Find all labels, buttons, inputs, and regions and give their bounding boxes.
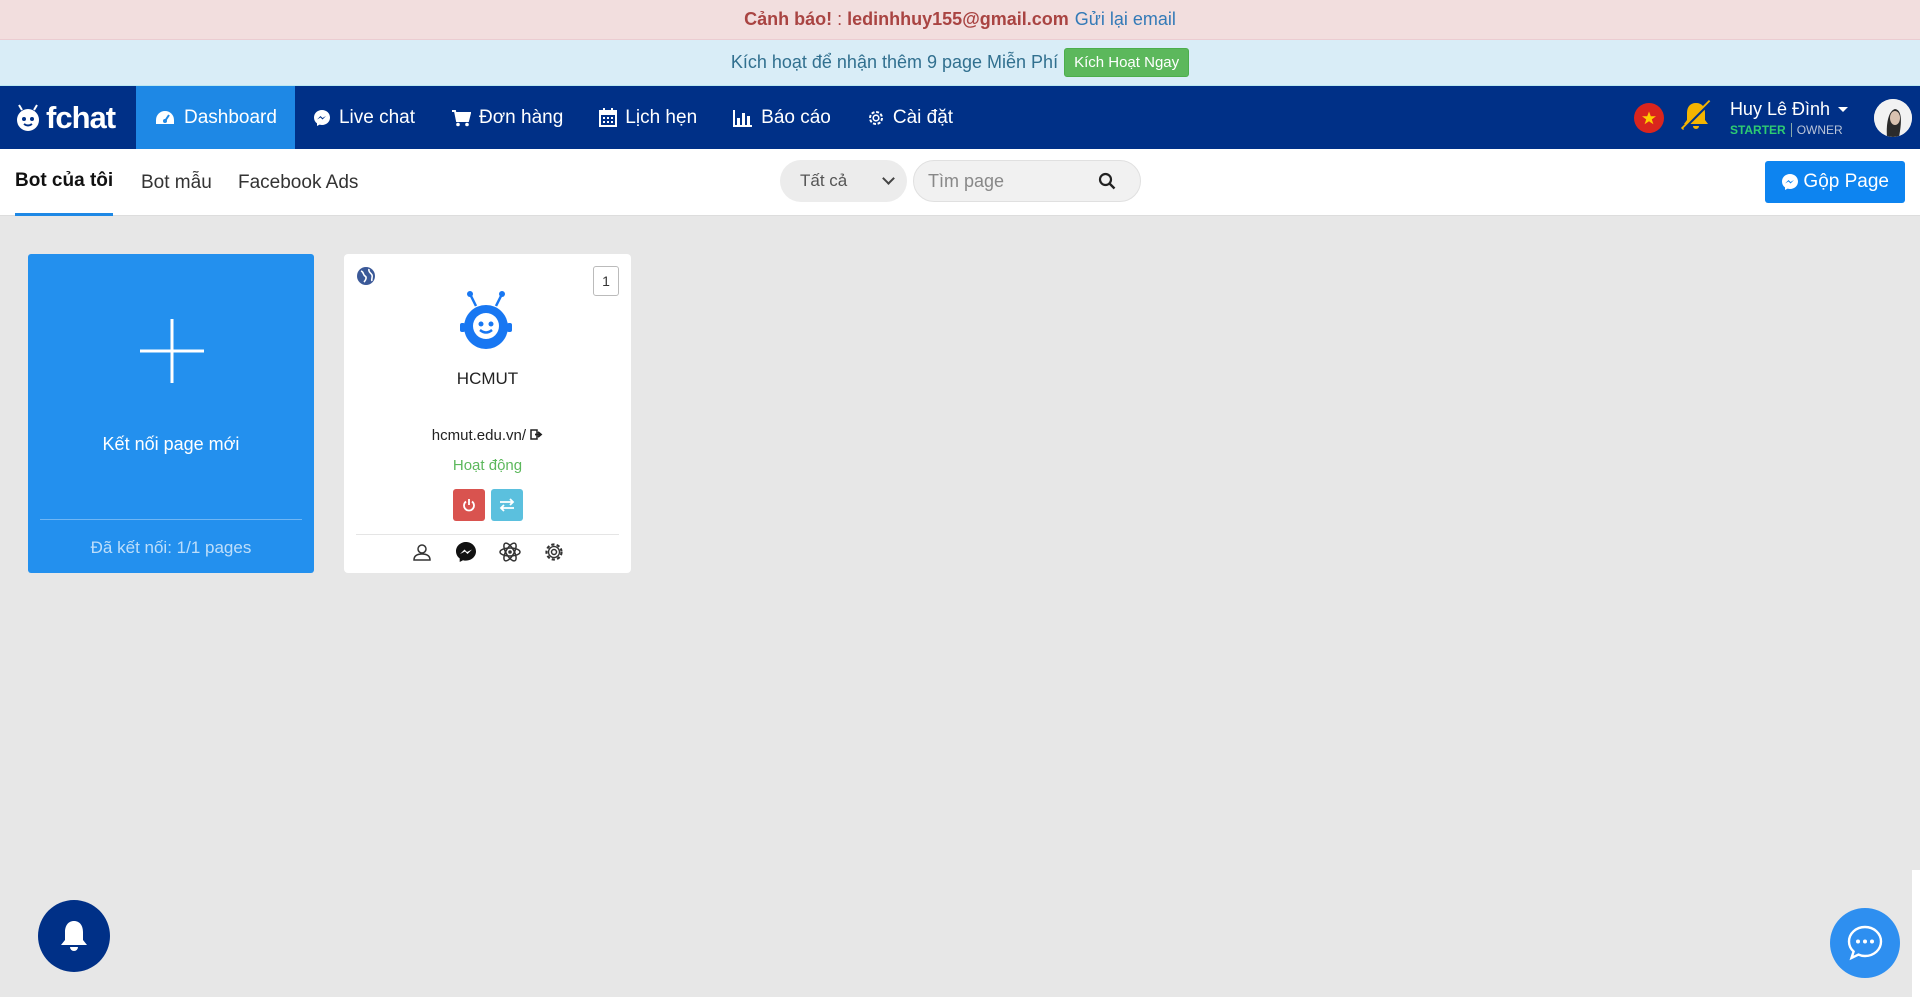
merge-page-label: Gộp Page bbox=[1803, 171, 1889, 192]
page-actions bbox=[344, 489, 631, 521]
nav-live-chat-label: Live chat bbox=[338, 106, 415, 128]
scrollbar-edge bbox=[1912, 870, 1920, 997]
robot-logo-icon bbox=[17, 103, 39, 131]
nav-reports-label: Báo cáo bbox=[761, 106, 831, 128]
messenger-icon bbox=[313, 109, 330, 126]
page-filter-select[interactable]: Tất cả bbox=[780, 160, 907, 202]
user-name: Huy Lê Đình bbox=[1729, 98, 1830, 119]
cart-icon bbox=[452, 109, 471, 126]
navbar-right: Huy Lê Đình STARTER OWNER bbox=[1633, 86, 1920, 149]
nav-dashboard[interactable]: Dashboard bbox=[136, 86, 295, 149]
filter-value: Tất cả bbox=[800, 171, 848, 190]
chat-support-button[interactable] bbox=[1830, 908, 1900, 978]
chevron-down-icon bbox=[1838, 106, 1848, 112]
nav-settings-label: Cài đặt bbox=[892, 106, 954, 128]
gear-icon bbox=[868, 110, 883, 125]
nav-orders[interactable]: Đơn hàng bbox=[433, 86, 581, 149]
user-menu[interactable]: Huy Lê Đình STARTER OWNER bbox=[1730, 99, 1848, 137]
avatar[interactable] bbox=[1874, 98, 1912, 137]
dashboard-icon bbox=[156, 110, 174, 124]
activation-bar: Kích hoạt để nhận thêm 9 page Miễn Phí K… bbox=[0, 40, 1920, 86]
page-search bbox=[913, 160, 1141, 202]
nav-reports[interactable]: Báo cáo bbox=[715, 86, 849, 149]
plus-icon bbox=[140, 319, 204, 383]
nav-dashboard-label: Dashboard bbox=[184, 106, 277, 128]
main-navbar: fchat Dashboard Live chat Đơn hàng Lịch … bbox=[0, 86, 1920, 149]
vietnam-flag-icon[interactable] bbox=[1633, 102, 1664, 133]
page-toolbar: Bot của tôi Bot mẫu Facebook Ads Tất cả … bbox=[0, 149, 1920, 216]
nav-live-chat[interactable]: Live chat bbox=[295, 86, 433, 149]
globe-icon bbox=[357, 267, 375, 285]
activate-now-button[interactable]: Kích Hoạt Ngay bbox=[1064, 48, 1190, 77]
role-label: OWNER bbox=[1796, 122, 1843, 137]
gear-icon[interactable] bbox=[542, 540, 566, 564]
email-warning-bar: Cảnh báo! : ledinhhuy155@gmail.com Gửi l… bbox=[0, 0, 1920, 40]
bar-chart-icon bbox=[733, 109, 753, 127]
bot-avatar-icon bbox=[460, 291, 512, 349]
page-name: HCMUT bbox=[456, 369, 519, 388]
card-divider bbox=[356, 534, 619, 535]
tab-my-bots[interactable]: Bot của tôi bbox=[15, 149, 114, 216]
brand-name: fchat bbox=[46, 99, 116, 135]
warning-prefix: Cảnh báo! bbox=[744, 9, 833, 29]
page-url-link[interactable]: hcmut.edu.vn/ bbox=[344, 427, 631, 444]
search-input[interactable] bbox=[928, 170, 1098, 192]
bell-muted-icon[interactable] bbox=[1678, 98, 1714, 137]
meta-divider bbox=[1790, 122, 1792, 137]
page-url: hcmut.edu.vn/ bbox=[431, 427, 527, 444]
chevron-down-icon bbox=[882, 172, 895, 185]
nav-appointments[interactable]: Lịch hẹn bbox=[581, 86, 715, 149]
calendar-icon bbox=[599, 108, 618, 127]
notification-bell-button[interactable] bbox=[38, 900, 110, 972]
connected-count: Đã kết nối: 1/1 pages bbox=[90, 538, 252, 557]
page-card: 1 HCMUT hcmut.edu.vn/ Hoạt động bbox=[344, 254, 631, 573]
atom-icon[interactable] bbox=[498, 540, 522, 564]
brand-logo[interactable]: fchat bbox=[0, 86, 136, 149]
tab-bot-templates[interactable]: Bot mẫu bbox=[141, 149, 212, 216]
page-status: Hoạt động bbox=[452, 457, 523, 474]
connect-new-page-card[interactable]: Kết nối page mới Đã kết nối: 1/1 pages bbox=[28, 254, 314, 573]
connect-new-page-label: Kết nối page mới bbox=[102, 434, 240, 454]
messenger-icon[interactable] bbox=[454, 540, 478, 564]
user-icon[interactable] bbox=[410, 540, 434, 564]
warning-email: ledinhhuy155@gmail.com bbox=[847, 9, 1069, 29]
nav-orders-label: Đơn hàng bbox=[479, 106, 564, 128]
card-divider bbox=[40, 519, 302, 520]
swap-icon bbox=[499, 498, 514, 512]
tab-facebook-ads[interactable]: Facebook Ads bbox=[238, 149, 358, 216]
page-card-footer bbox=[344, 540, 631, 564]
messenger-icon bbox=[1782, 174, 1799, 190]
plan-badge: STARTER bbox=[1729, 122, 1786, 137]
page-count-badge: 1 bbox=[593, 266, 619, 296]
swap-button[interactable] bbox=[490, 489, 523, 521]
warning-separator: : bbox=[832, 9, 848, 29]
external-link-icon bbox=[530, 429, 543, 440]
power-button[interactable] bbox=[452, 489, 485, 521]
resend-email-link[interactable]: Gửi lại email bbox=[1075, 9, 1176, 30]
merge-page-button[interactable]: Gộp Page bbox=[1765, 161, 1905, 203]
bell-icon bbox=[61, 921, 87, 951]
search-icon[interactable] bbox=[1098, 172, 1116, 190]
nav-settings[interactable]: Cài đặt bbox=[849, 86, 971, 149]
chat-bubble-icon bbox=[1847, 925, 1883, 961]
nav-appointments-label: Lịch hẹn bbox=[625, 106, 698, 128]
activation-text: Kích hoạt để nhận thêm 9 page Miễn Phí bbox=[730, 52, 1059, 72]
power-icon bbox=[462, 499, 475, 512]
